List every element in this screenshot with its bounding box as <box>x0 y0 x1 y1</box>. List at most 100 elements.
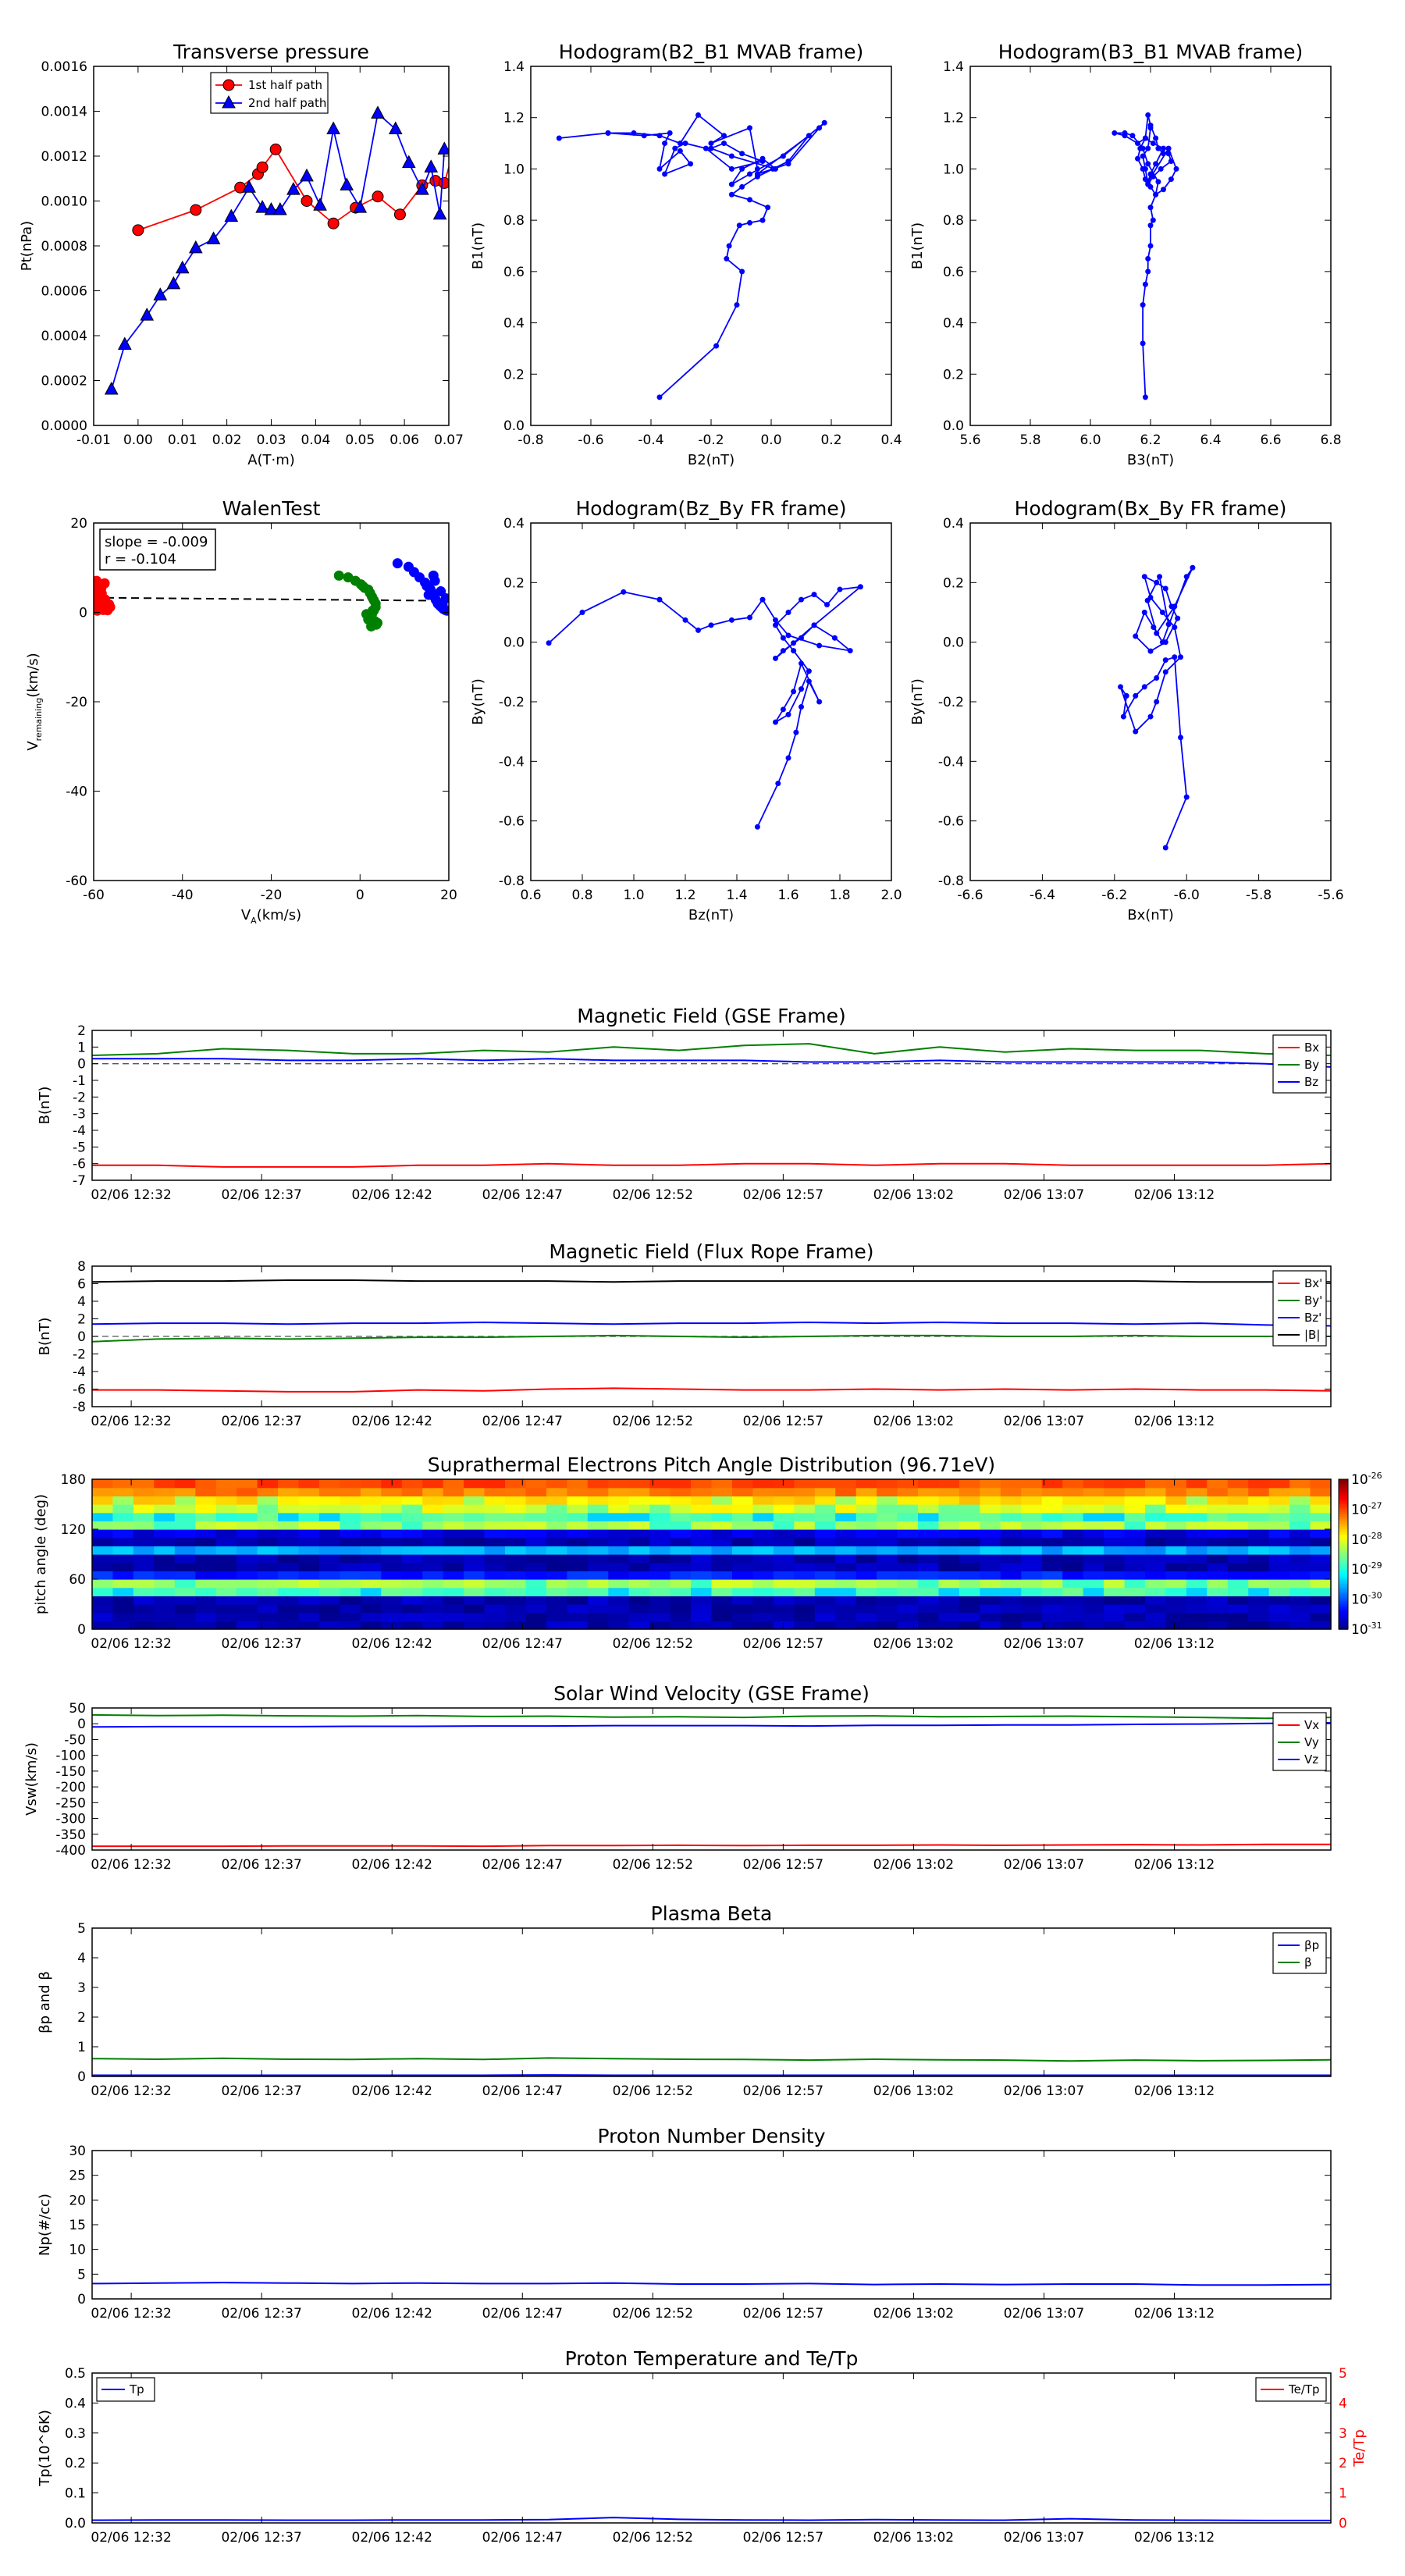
pad-cell <box>1186 1579 1208 1589</box>
pad-cell <box>195 1521 217 1530</box>
pad-cell <box>1268 1496 1290 1505</box>
vsw-ytick-label: -300 <box>55 1812 86 1827</box>
pad-cell <box>1041 1571 1063 1580</box>
pad-cell <box>1145 1562 1167 1571</box>
pad-cell <box>154 1512 176 1521</box>
pad-cell <box>691 1612 713 1621</box>
pad-cell <box>484 1487 506 1496</box>
pad-cell <box>257 1512 279 1521</box>
walen-point <box>94 601 105 612</box>
pad-cell <box>1186 1529 1208 1539</box>
pad-cell <box>422 1504 444 1514</box>
pad-cell <box>505 1537 527 1546</box>
pad-cell <box>546 1504 567 1514</box>
pad-cell <box>340 1612 361 1621</box>
pad-cell <box>360 1521 382 1530</box>
pad-cell <box>484 1479 506 1489</box>
pad-cell <box>340 1621 361 1630</box>
pad-cell <box>1104 1512 1126 1521</box>
pad-cell <box>1186 1496 1208 1505</box>
pad-cell <box>918 1562 940 1571</box>
pad-cell <box>257 1587 279 1596</box>
pad-cell <box>112 1604 134 1614</box>
pt-point <box>438 177 449 189</box>
pad-cell <box>1268 1587 1290 1596</box>
hzy-point <box>799 704 804 710</box>
pad-cell <box>1062 1612 1084 1621</box>
pad-xtick-label: 02/06 12:32 <box>91 1636 171 1652</box>
pad-cell <box>670 1596 692 1605</box>
pad-cell <box>855 1571 877 1580</box>
pad-cell <box>1165 1612 1187 1621</box>
pad-cell <box>154 1521 176 1530</box>
pad-cell <box>1310 1587 1332 1596</box>
pad-cell <box>443 1479 464 1489</box>
pad-cell <box>1289 1504 1311 1514</box>
pad-cell <box>670 1512 692 1521</box>
pad-cell <box>1207 1521 1229 1530</box>
bfr-xtick-label: 02/06 12:57 <box>743 1414 823 1429</box>
pad-cell <box>732 1487 754 1496</box>
h21-point <box>821 119 827 126</box>
pad-cell <box>1021 1621 1043 1630</box>
pad-cell <box>1083 1587 1104 1596</box>
pad-cell <box>1186 1596 1208 1605</box>
pad-cell <box>237 1496 258 1505</box>
pad-colorbar-label: 10-28 <box>1351 1531 1382 1548</box>
pad-cell <box>298 1579 320 1589</box>
pad-cell <box>1041 1554 1063 1564</box>
pad-cell <box>732 1562 754 1571</box>
pad-colorbar-exponent: -28 <box>1368 1531 1382 1541</box>
pad-cell <box>154 1562 176 1571</box>
pad-cell <box>587 1604 609 1614</box>
hzy-point <box>728 617 735 623</box>
pad-cell <box>608 1487 630 1496</box>
hzy-title: Hodogram(Bz_By FR frame) <box>575 497 846 520</box>
pad-cell <box>1248 1529 1270 1539</box>
pad-cell <box>794 1537 816 1546</box>
pad-cell <box>567 1521 589 1530</box>
pad-cell <box>691 1604 713 1614</box>
h31-title: Hodogram(B3_B1 MVAB frame) <box>998 41 1304 63</box>
pad-cell <box>897 1479 919 1489</box>
pad-cell <box>877 1587 898 1596</box>
pad-cell <box>1041 1596 1063 1605</box>
pad-cell <box>298 1529 320 1539</box>
tp-xtick-label: 02/06 13:12 <box>1134 2530 1215 2546</box>
pad-cell <box>422 1621 444 1630</box>
pad-cell <box>1227 1504 1249 1514</box>
h21-ytick-label: 1.0 <box>503 162 525 177</box>
pad-cell <box>877 1621 898 1630</box>
pad-cell <box>257 1604 279 1614</box>
pad-cell <box>340 1537 361 1546</box>
pad-cell <box>464 1621 486 1630</box>
h21-point <box>728 181 735 187</box>
pad-cell <box>1207 1496 1229 1505</box>
pad-cell <box>773 1579 795 1589</box>
np-xtick-label: 02/06 13:12 <box>1134 2306 1215 2322</box>
pad-cell <box>1227 1521 1249 1530</box>
bfr-ytick-label: 2 <box>77 1312 86 1328</box>
pad-cell <box>711 1479 733 1489</box>
pad-cell <box>1289 1587 1311 1596</box>
pad-cell <box>670 1612 692 1621</box>
pad-cell <box>918 1479 940 1489</box>
pad-cell <box>1104 1546 1126 1555</box>
pad-cell <box>1248 1571 1270 1580</box>
h31-point <box>1122 133 1128 139</box>
vsw-ytick-label: -150 <box>55 1764 86 1780</box>
pad-cell <box>422 1562 444 1571</box>
pad-cell <box>918 1571 940 1580</box>
pad-cell <box>608 1537 630 1546</box>
vsw-plot-area <box>92 1708 1331 1850</box>
walen-ytick-label: -60 <box>66 873 87 889</box>
pad-cell <box>918 1612 940 1621</box>
bgse-plot-area <box>92 1030 1331 1180</box>
pad-cell <box>195 1496 217 1505</box>
pad-cell <box>381 1529 403 1539</box>
pad-cell <box>855 1521 877 1530</box>
pad-cell <box>855 1579 877 1589</box>
pad-cell <box>711 1504 733 1514</box>
pad-cell <box>752 1521 774 1530</box>
pad-cell <box>443 1554 464 1564</box>
